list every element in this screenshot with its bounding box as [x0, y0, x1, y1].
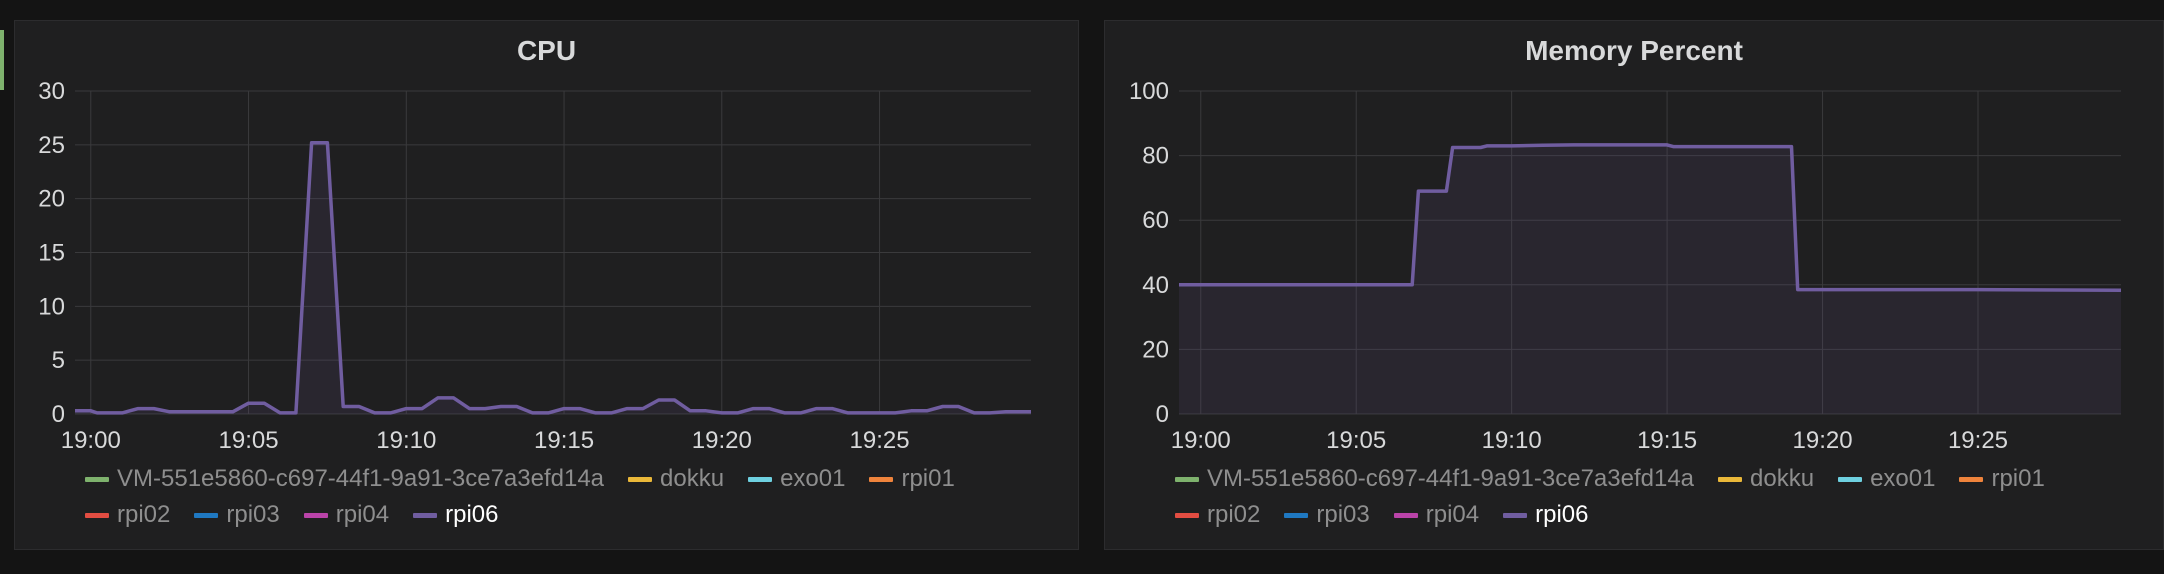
y-tick-label: 100 — [1129, 78, 1169, 105]
y-tick-label: 10 — [38, 293, 65, 320]
legend-row: rpi02 rpi03 rpi04 rpi06 — [85, 497, 1058, 533]
legend-swatch — [1959, 476, 1984, 482]
y-tick-label: 15 — [38, 240, 65, 267]
cpu-chart: 0 5 10 15 20 25 30 19:00 19:05 19:10 19:15 19:20 19:… — [38, 78, 1031, 454]
x-tick-label: 19:20 — [692, 427, 752, 454]
legend-label: exo01 — [780, 465, 846, 492]
legend-swatch — [1175, 512, 1199, 518]
x-tick-label: 19:00 — [1171, 427, 1231, 454]
y-tick-label: 80 — [1142, 143, 1169, 170]
x-tick-label: 19:10 — [376, 427, 436, 454]
legend-swatch — [1838, 476, 1863, 482]
legend-swatch — [1284, 512, 1309, 518]
legend-swatch — [1175, 476, 1199, 482]
y-tick-label: 60 — [1142, 207, 1169, 234]
legend-label: dokku — [1750, 465, 1815, 492]
legend-item-rpi04[interactable]: rpi04 — [303, 501, 390, 529]
cpu-legend: VM-551e5860-c697-44f1-9a91-3ce7a3efd14a d… — [85, 461, 1058, 533]
legend-label: rpi06 — [445, 501, 499, 528]
legend-swatch — [413, 512, 438, 518]
legend-item-rpi02[interactable]: rpi02 — [1175, 501, 1260, 529]
memory-legend: VM-551e5860-c697-44f1-9a91-3ce7a3efd14a d… — [1175, 461, 2143, 533]
x-tick-label: 19:15 — [534, 427, 594, 454]
legend-swatch — [303, 512, 328, 518]
y-tick-label: 25 — [38, 132, 65, 159]
series-area-rpi06 — [75, 142, 1031, 414]
series-area-rpi06 — [1179, 144, 2121, 414]
legend-label: rpi02 — [117, 501, 171, 528]
legend-swatch — [748, 476, 773, 482]
legend-label: rpi02 — [1207, 501, 1261, 528]
legend-label: exo01 — [1870, 465, 1936, 492]
legend-item-exo01[interactable]: exo01 — [1838, 465, 1935, 493]
legend-label: dokku — [660, 465, 725, 492]
legend-row: rpi02 rpi03 rpi04 rpi06 — [1175, 497, 2143, 533]
x-tick-label: 19:05 — [219, 427, 279, 454]
y-tick-label: 40 — [1142, 272, 1169, 299]
y-tick-label: 0 — [1156, 401, 1169, 428]
panel-accent-bar — [0, 30, 4, 90]
legend-item-VM-551e5860-c697-44f1-9a91-3ce7a3efd14a[interactable]: VM-551e5860-c697-44f1-9a91-3ce7a3efd14a — [1175, 465, 1694, 493]
legend-swatch — [1503, 512, 1528, 518]
legend-item-exo01[interactable]: exo01 — [748, 465, 845, 493]
y-tick-label: 30 — [38, 78, 65, 105]
legend-row: VM-551e5860-c697-44f1-9a91-3ce7a3efd14a d… — [85, 461, 1058, 497]
legend-item-VM-551e5860-c697-44f1-9a91-3ce7a3efd14a[interactable]: VM-551e5860-c697-44f1-9a91-3ce7a3efd14a — [85, 465, 604, 493]
legend-label: VM-551e5860-c697-44f1-9a91-3ce7a3efd14a — [1207, 465, 1695, 492]
legend-label: rpi01 — [901, 465, 955, 492]
x-tick-label: 19:05 — [1326, 427, 1386, 454]
legend-item-rpi02[interactable]: rpi02 — [85, 501, 170, 529]
legend-item-dokku[interactable]: dokku — [628, 465, 724, 493]
x-tick-label: 19:20 — [1793, 427, 1853, 454]
legend-item-rpi01[interactable]: rpi01 — [869, 465, 955, 493]
legend-swatch — [1718, 476, 1743, 482]
legend-item-rpi01[interactable]: rpi01 — [1959, 465, 2045, 493]
cpu-panel: CPU 0 5 10 15 20 25 30 19:00 19:05 19:10 19:15 19:2… — [14, 20, 1079, 550]
legend-swatch — [194, 512, 219, 518]
legend-label: rpi04 — [335, 501, 390, 528]
legend-item-rpi03[interactable]: rpi03 — [1284, 501, 1370, 529]
legend-item-rpi03[interactable]: rpi03 — [194, 501, 280, 529]
legend-swatch — [1393, 512, 1418, 518]
legend-swatch — [869, 476, 894, 482]
legend-swatch — [85, 512, 109, 518]
legend-label: VM-551e5860-c697-44f1-9a91-3ce7a3efd14a — [117, 465, 605, 492]
y-tick-label: 20 — [38, 186, 65, 213]
legend-row: VM-551e5860-c697-44f1-9a91-3ce7a3efd14a d… — [1175, 461, 2143, 497]
legend-item-rpi06[interactable]: rpi06 — [1503, 501, 1589, 529]
y-tick-label: 0 — [52, 401, 65, 428]
legend-label: rpi01 — [1991, 465, 2045, 492]
x-tick-label: 19:15 — [1637, 427, 1697, 454]
legend-label: rpi03 — [226, 501, 280, 528]
legend-label: rpi03 — [1316, 501, 1370, 528]
legend-item-dokku[interactable]: dokku — [1718, 465, 1814, 493]
x-tick-label: 19:10 — [1482, 427, 1542, 454]
x-tick-label: 19:25 — [1948, 427, 2008, 454]
y-tick-label: 5 — [52, 347, 65, 374]
x-tick-label: 19:00 — [61, 427, 121, 454]
legend-item-rpi06[interactable]: rpi06 — [413, 501, 499, 529]
x-tick-label: 19:25 — [850, 427, 910, 454]
legend-item-rpi04[interactable]: rpi04 — [1393, 501, 1480, 529]
legend-label: rpi06 — [1535, 501, 1589, 528]
memory-panel: Memory Percent 0 20 40 60 80 100 19:00 19:05 19:… — [1104, 20, 2164, 550]
legend-label: rpi04 — [1425, 501, 1480, 528]
legend-swatch — [85, 476, 109, 482]
legend-swatch — [628, 476, 653, 482]
y-tick-label: 20 — [1142, 336, 1169, 363]
memory-chart: 0 20 40 60 80 100 19:00 19:05 19:10 19:15 19:20 19:… — [1129, 78, 2122, 454]
series-line-rpi06[interactable] — [75, 140, 1031, 415]
